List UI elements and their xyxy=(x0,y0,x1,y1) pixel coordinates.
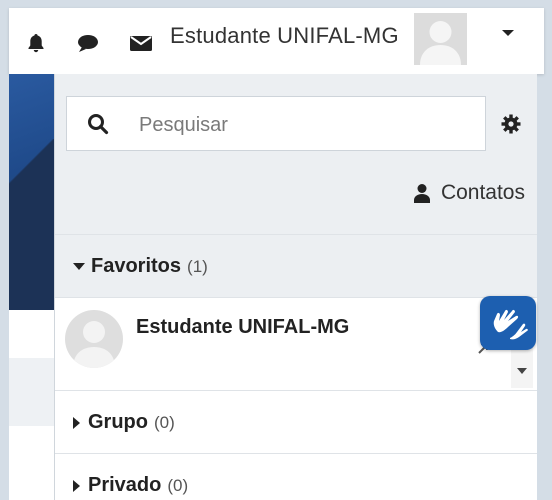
search-icon[interactable] xyxy=(87,113,109,135)
caret-right-icon xyxy=(73,416,80,429)
gear-icon[interactable] xyxy=(501,114,521,134)
top-navbar: Estudante UNIFAL-MG xyxy=(9,8,544,74)
page-background xyxy=(9,310,54,358)
person-icon xyxy=(413,183,431,203)
private-count: (0) xyxy=(167,475,189,495)
favorites-count: (1) xyxy=(187,256,208,276)
favorites-toggle[interactable]: Favoritos (1) xyxy=(73,255,208,278)
page-background xyxy=(9,358,54,426)
group-label: Grupo xyxy=(88,411,148,433)
scroll-down-arrow-icon[interactable] xyxy=(517,368,527,374)
group-section-header[interactable]: Grupo (0) xyxy=(55,390,537,453)
message-drawer: Contatos Favoritos (1) Estudante UNIFAL-… xyxy=(54,74,537,500)
contacts-link[interactable]: Contatos xyxy=(413,178,525,208)
favorites-label: Favoritos xyxy=(91,255,182,277)
private-label: Privado xyxy=(88,474,162,496)
page-banner xyxy=(9,74,54,310)
caret-down-icon xyxy=(73,263,85,270)
page-background xyxy=(9,426,54,500)
favorites-section-header[interactable]: Favoritos (1) xyxy=(55,234,537,297)
avatar xyxy=(65,310,123,368)
bell-icon[interactable] xyxy=(25,32,47,54)
chat-bubble-icon[interactable] xyxy=(76,32,98,54)
private-toggle[interactable]: Privado (0) xyxy=(73,474,188,497)
private-section-header[interactable]: Privado (0) xyxy=(55,453,537,500)
caret-down-icon[interactable] xyxy=(502,30,514,36)
group-toggle[interactable]: Grupo (0) xyxy=(73,411,175,434)
search-box xyxy=(66,96,486,151)
group-count: (0) xyxy=(154,412,175,432)
contacts-label: Contatos xyxy=(440,181,525,204)
envelope-icon[interactable] xyxy=(129,32,152,54)
caret-right-icon xyxy=(73,479,80,492)
user-name[interactable]: Estudante UNIFAL-MG xyxy=(170,22,399,50)
list-item[interactable]: Estudante UNIFAL-MG xyxy=(55,298,511,391)
search-input[interactable] xyxy=(137,105,471,145)
sign-language-hands-icon[interactable] xyxy=(480,296,536,350)
contact-name: Estudante UNIFAL-MG xyxy=(136,316,350,338)
favorites-list: Estudante UNIFAL-MG xyxy=(55,297,537,390)
user-avatar[interactable] xyxy=(414,13,467,65)
